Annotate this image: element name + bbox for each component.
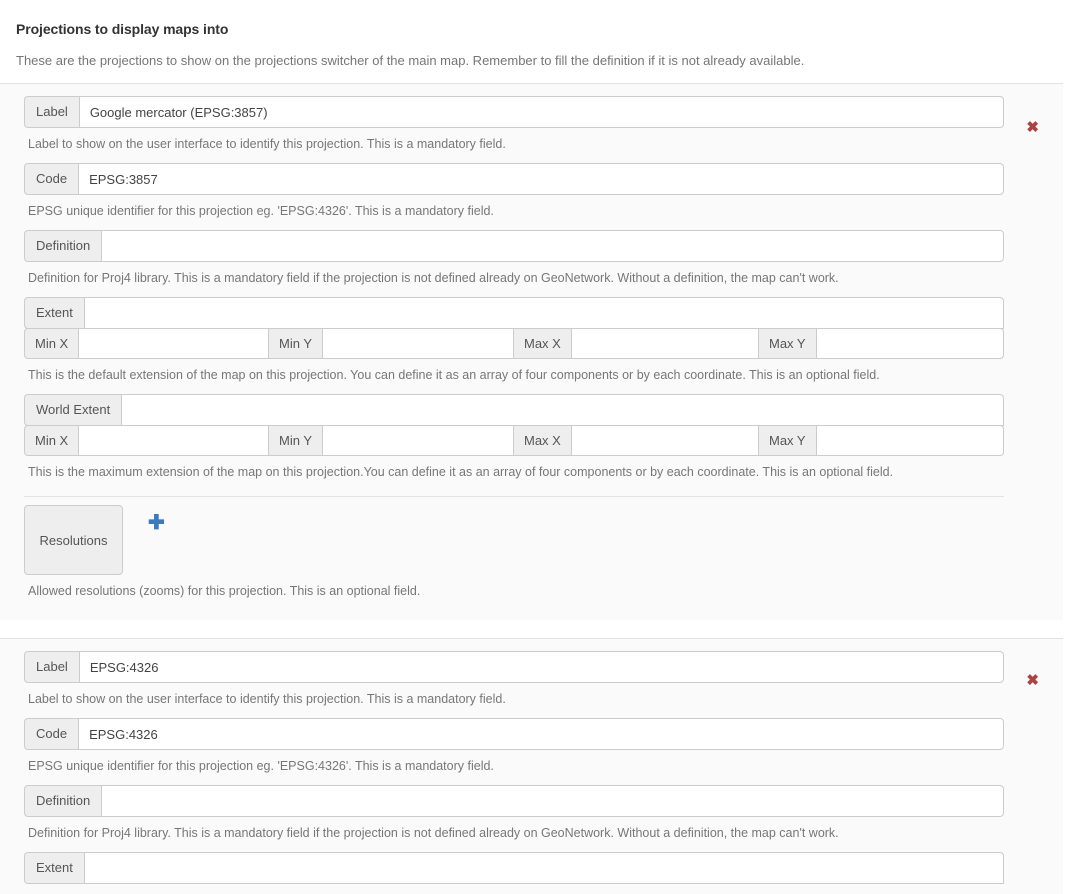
- world-extent-input[interactable]: [121, 394, 1004, 426]
- delete-projection-icon[interactable]: ✖: [1026, 673, 1039, 688]
- extent-min-x-addon: Min X: [24, 328, 80, 359]
- projection-block-1: ✖ Label Label to show on the user interf…: [0, 83, 1063, 620]
- world-min-y-cell: Min Y: [269, 425, 514, 456]
- label-input[interactable]: [78, 96, 1004, 128]
- label-input[interactable]: [78, 651, 1004, 683]
- world-extent-addon: World Extent: [24, 394, 122, 426]
- world-max-x-addon: Max X: [514, 425, 572, 456]
- page-intro-text: These are the projections to show on the…: [16, 53, 805, 68]
- field-row-extent: Extent Min X Min Y Max X Max Y This is t…: [24, 297, 1004, 385]
- definition-input[interactable]: [101, 230, 1004, 262]
- extent-max-y-addon: Max Y: [759, 328, 817, 359]
- extent-addon: Extent: [24, 297, 84, 329]
- code-addon: Code: [24, 718, 79, 750]
- extent-input[interactable]: [83, 297, 1004, 329]
- field-row-label: Label Label to show on the user interfac…: [24, 651, 1004, 709]
- definition-help-text: Definition for Proj4 library. This is a …: [28, 271, 839, 285]
- extent-input[interactable]: [83, 852, 1004, 884]
- field-row-code: Code EPSG unique identifier for this pro…: [24, 718, 1004, 776]
- extent-min-y-addon: Min Y: [269, 328, 323, 359]
- field-row-label: Label Label to show on the user interfac…: [24, 96, 1004, 154]
- definition-input-group: Definition: [24, 230, 1004, 262]
- extent-min-y-input[interactable]: [323, 328, 514, 359]
- projections-settings-page: Projections to display maps into These a…: [0, 0, 1079, 894]
- world-min-x-cell: Min X: [24, 425, 269, 456]
- label-input-group: Label: [24, 651, 1004, 683]
- code-addon: Code: [24, 163, 79, 195]
- add-resolution-icon[interactable]: ✚: [148, 513, 165, 535]
- field-row-extent: Extent: [24, 852, 1004, 884]
- page-title: Projections to display maps into: [16, 21, 229, 37]
- definition-addon: Definition: [24, 230, 102, 262]
- delete-projection-icon[interactable]: ✖: [1026, 120, 1039, 135]
- extent-min-y-cell: Min Y: [269, 328, 514, 359]
- label-help-text: Label to show on the user interface to i…: [28, 692, 506, 706]
- world-min-x-addon: Min X: [24, 425, 80, 456]
- extent-input-group: Extent: [24, 297, 1004, 329]
- code-help-text: EPSG unique identifier for this projecti…: [28, 204, 494, 218]
- extent-min-x-input[interactable]: [79, 328, 269, 359]
- code-help-text: EPSG unique identifier for this projecti…: [28, 759, 494, 773]
- extent-max-x-input[interactable]: [571, 328, 759, 359]
- definition-help-text: Definition for Proj4 library. This is a …: [28, 826, 839, 840]
- extent-help-text: This is the default extension of the map…: [28, 368, 880, 382]
- label-input-group: Label: [24, 96, 1004, 128]
- world-max-y-addon: Max Y: [759, 425, 817, 456]
- world-extent-coord-row: Min X Min Y Max X Max Y: [24, 425, 1004, 456]
- world-max-x-cell: Max X: [514, 425, 759, 456]
- extent-max-y-input[interactable]: [816, 328, 1004, 359]
- label-addon: Label: [24, 96, 79, 128]
- definition-addon: Definition: [24, 785, 102, 817]
- resolutions-addon: Resolutions: [24, 505, 123, 575]
- definition-input-group: Definition: [24, 785, 1004, 817]
- extent-coord-row: Min X Min Y Max X Max Y: [24, 328, 1004, 359]
- world-max-y-input[interactable]: [816, 425, 1004, 456]
- extent-min-x-cell: Min X: [24, 328, 269, 359]
- code-input[interactable]: [78, 718, 1004, 750]
- extent-addon: Extent: [24, 852, 84, 884]
- extent-input-group: Extent: [24, 852, 1004, 884]
- field-row-definition: Definition Definition for Proj4 library.…: [24, 230, 1004, 288]
- world-extent-help-text: This is the maximum extension of the map…: [28, 465, 894, 479]
- projection-block-2: ✖ Label Label to show on the user interf…: [0, 638, 1063, 894]
- extent-max-x-cell: Max X: [514, 328, 759, 359]
- world-max-x-input[interactable]: [571, 425, 759, 456]
- resolutions-help-text: Allowed resolutions (zooms) for this pro…: [28, 584, 421, 598]
- extent-max-x-addon: Max X: [514, 328, 572, 359]
- world-extent-input-group: World Extent: [24, 394, 1004, 426]
- field-row-definition: Definition Definition for Proj4 library.…: [24, 785, 1004, 843]
- resolutions-input-group: Resolutions ✚: [24, 505, 1004, 575]
- code-input-group: Code: [24, 718, 1004, 750]
- world-min-y-addon: Min Y: [269, 425, 323, 456]
- definition-input[interactable]: [101, 785, 1004, 817]
- world-max-y-cell: Max Y: [759, 425, 1004, 456]
- world-min-y-input[interactable]: [323, 425, 514, 456]
- code-input-group: Code: [24, 163, 1004, 195]
- label-addon: Label: [24, 651, 79, 683]
- field-row-world-extent: World Extent Min X Min Y Max X Max Y Thi…: [24, 394, 1004, 482]
- world-min-x-input[interactable]: [79, 425, 269, 456]
- field-row-resolutions: Resolutions ✚ Allowed resolutions (zooms…: [24, 496, 1004, 601]
- label-help-text: Label to show on the user interface to i…: [28, 137, 506, 151]
- code-input[interactable]: [78, 163, 1004, 195]
- extent-max-y-cell: Max Y: [759, 328, 1004, 359]
- field-row-code: Code EPSG unique identifier for this pro…: [24, 163, 1004, 221]
